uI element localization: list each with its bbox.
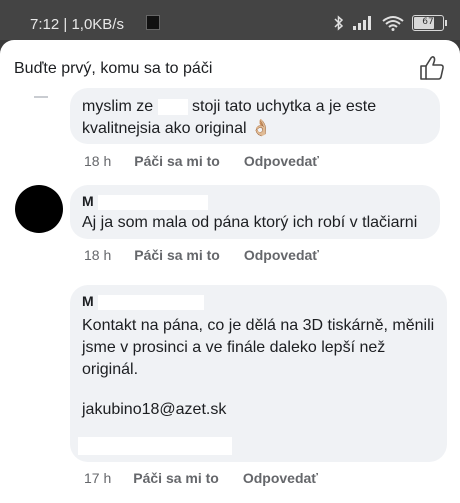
comment-text: Kontakt na pána, co je dělá na 3D tiskár… <box>82 316 435 378</box>
stop-icon <box>146 15 160 30</box>
commenter-name[interactable]: M <box>82 193 428 210</box>
comment-actions-3: 17 h Páči sa mi to Odpovedať <box>84 470 318 486</box>
redacted-name <box>157 98 188 115</box>
comment-bubble-2: M Aj ja som mala od pána ktorý ich robí … <box>70 185 440 239</box>
comment-text: Aj ja som mala od pána ktorý ich robí v … <box>82 213 418 231</box>
comment-bubble-3: M Kontakt na pána, co je dělá na 3D tisk… <box>70 285 447 462</box>
comment-time: 18 h <box>84 247 112 263</box>
redacted-name <box>97 294 204 310</box>
bluetooth-icon <box>334 15 344 31</box>
commenter-name[interactable]: M <box>82 293 435 310</box>
system-icons: 67 <box>333 14 447 32</box>
status-time: 7:12 | 1,0KB/s <box>30 16 124 33</box>
redacted-name <box>97 194 208 210</box>
like-button[interactable]: Páči sa mi to <box>134 247 220 263</box>
comment-actions-1: 18 h Páči sa mi to Odpovedať <box>84 153 319 169</box>
signal-icon <box>353 16 371 30</box>
like-button[interactable]: Páči sa mi to <box>133 470 219 486</box>
comment-actions-2: 18 h Páči sa mi to Odpovedať <box>84 247 319 263</box>
wifi-icon <box>382 16 404 31</box>
like-button[interactable]: Páči sa mi to <box>134 153 220 169</box>
reply-button[interactable]: Odpovedať <box>243 470 318 486</box>
reply-button[interactable]: Odpovedať <box>244 153 319 169</box>
avatar[interactable] <box>15 185 63 233</box>
reply-button[interactable]: Odpovedať <box>244 247 319 263</box>
sheet-title: Buďte prvý, komu sa to páči <box>14 60 213 77</box>
avatar[interactable] <box>4 283 60 333</box>
thread-line <box>34 96 48 98</box>
comment-text: myslim ze stoji tato uchytka a je este k… <box>82 98 377 137</box>
comment-time: 17 h <box>84 470 112 486</box>
comment-time: 18 h <box>84 153 112 169</box>
comment-bubble-1: myslim ze stoji tato uchytka a je este k… <box>70 88 440 144</box>
redacted-link-preview <box>78 437 232 455</box>
reactions-sheet: Buďte prvý, komu sa to páči myslim ze st… <box>0 40 460 503</box>
status-bar: 7:12 | 1,0KB/s 67 <box>0 0 460 40</box>
thumbs-up-icon[interactable] <box>418 54 446 82</box>
battery-icon: 67 <box>412 15 447 31</box>
comment-email[interactable]: jakubino18@azet.sk <box>82 399 435 421</box>
